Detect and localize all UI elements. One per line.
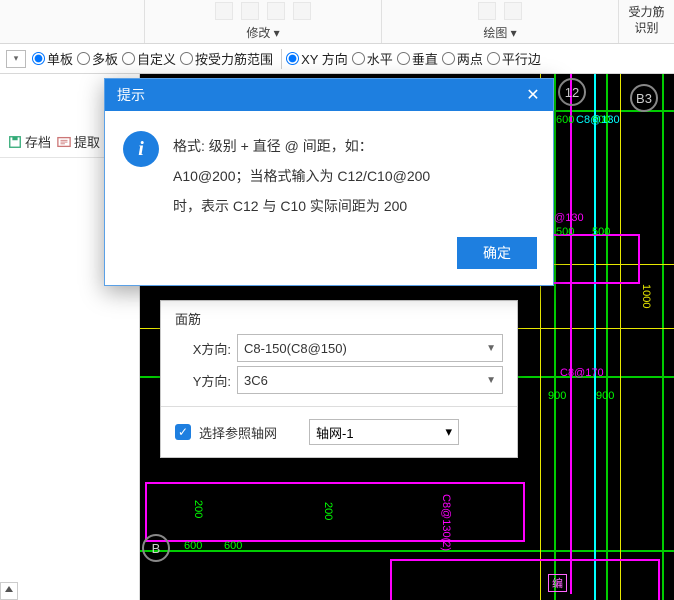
- separator: [281, 49, 282, 69]
- xdir-combo[interactable]: C8-150(C8@150) ▼: [237, 334, 503, 362]
- caret-down-icon: ▾: [445, 424, 452, 440]
- ydir-value: 3C6: [244, 373, 268, 388]
- axis-bubble: 12: [558, 78, 586, 106]
- axis-bubble: B3: [630, 84, 658, 112]
- radio-xy[interactable]: XY 方向: [286, 49, 348, 68]
- save-label: 存档: [25, 132, 51, 151]
- dropdown-small[interactable]: ▾: [6, 50, 26, 68]
- xdir-label: X方向:: [175, 339, 231, 358]
- save-button[interactable]: 存档: [8, 132, 51, 151]
- radio-multi[interactable]: 多板: [77, 49, 118, 68]
- axis-value: 轴网-1: [316, 423, 354, 442]
- info-icon: i: [123, 131, 159, 167]
- radio-twopoint[interactable]: 两点: [442, 49, 483, 68]
- ribbon-label-draw: 绘图 ▾: [483, 26, 516, 40]
- extract-icon: [57, 135, 71, 149]
- axis-combo[interactable]: 轴网-1 ▾: [309, 419, 459, 445]
- radio-parallel[interactable]: 平行边: [487, 49, 541, 68]
- extract-button[interactable]: 提取: [57, 132, 100, 151]
- radio-custom[interactable]: 自定义: [122, 49, 176, 68]
- axis-bubble: B: [142, 534, 170, 562]
- radio-byrange[interactable]: 按受力筋范围: [180, 49, 273, 68]
- group-label-mianjin: 面筋: [175, 309, 503, 328]
- caret-down-icon: ▼: [486, 375, 496, 386]
- extract-label: 提取: [74, 132, 100, 151]
- dialog-ok-button[interactable]: 确定: [457, 237, 537, 269]
- info-dialog: 提示 ✕ i 格式: 级别 + 直径 @ 间距，如： A10@200；当格式输入…: [104, 78, 554, 286]
- params-panel: 面筋 X方向: C8-150(C8@150) ▼ Y方向: 3C6 ▼ ✓ 选择…: [160, 300, 518, 458]
- caret-down-icon: ▼: [486, 343, 496, 354]
- ribbon-right-1: 受力筋: [621, 4, 672, 20]
- close-icon: ✕: [526, 85, 539, 105]
- dialog-titlebar[interactable]: 提示 ✕: [105, 79, 553, 111]
- ribbon-top: 修改 ▾ 绘图 ▾ 受力筋 识别: [0, 0, 674, 44]
- axis-checkbox[interactable]: ✓: [175, 424, 191, 440]
- radio-single[interactable]: 单板: [32, 49, 73, 68]
- save-icon: [8, 135, 22, 149]
- ribbon-label-modify: 修改 ▾: [246, 26, 279, 40]
- radio-vertical[interactable]: 垂直: [397, 49, 438, 68]
- ydir-combo[interactable]: 3C6 ▼: [237, 366, 503, 394]
- dialog-message: 格式: 级别 + 直径 @ 间距，如： A10@200；当格式输入为 C12/C…: [173, 131, 531, 221]
- ribbon-right: 受力筋 识别: [619, 0, 674, 43]
- option-bar: ▾ 单板 多板 自定义 按受力筋范围 XY 方向 水平 垂直 两点 平行边: [0, 44, 674, 74]
- xdir-value: C8-150(C8@150): [244, 341, 347, 356]
- dialog-title: 提示: [117, 85, 145, 105]
- ribbon-right-2: 识别: [621, 20, 672, 36]
- axis-check-label: 选择参照轴网: [199, 423, 277, 442]
- separator: [161, 406, 517, 407]
- ribbon-group-modify[interactable]: 修改 ▾: [145, 0, 382, 43]
- ydir-label: Y方向:: [175, 371, 231, 390]
- dialog-close-button[interactable]: ✕: [521, 83, 545, 107]
- ribbon-group-draw[interactable]: 绘图 ▾: [382, 0, 619, 43]
- scroll-corner-button[interactable]: [0, 582, 18, 600]
- radio-horizontal[interactable]: 水平: [352, 49, 393, 68]
- ribbon-spacer: [0, 0, 145, 43]
